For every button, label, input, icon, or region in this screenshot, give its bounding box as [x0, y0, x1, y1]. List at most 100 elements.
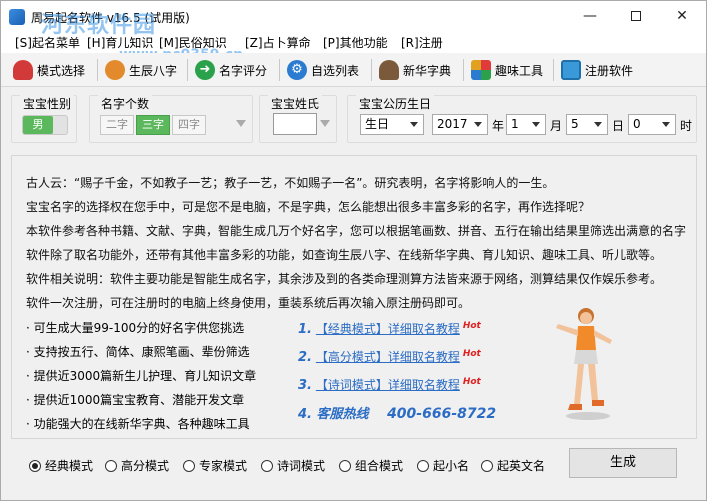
- hotline-phone: 400-666-8722: [387, 406, 497, 422]
- heart-icon: [13, 60, 33, 80]
- hot-badge: Hot: [462, 377, 481, 387]
- tutorial-num: 1.: [298, 322, 312, 337]
- surname-input[interactable]: [273, 113, 317, 135]
- baby-icon: [105, 60, 125, 80]
- generate-button[interactable]: 生成: [569, 448, 677, 478]
- mode-radio-poetry[interactable]: 诗词模式: [261, 457, 325, 474]
- register-button[interactable]: 注册软件: [557, 57, 637, 83]
- hot-badge: Hot: [462, 349, 481, 359]
- gender-group: 宝宝性别 男: [11, 95, 77, 143]
- mode-label: 高分模式: [121, 459, 170, 473]
- gender-value: 男: [23, 116, 53, 134]
- mode-select-label: 模式选择: [37, 63, 86, 78]
- intro-line: 宝宝名字的选择权在您手中，可是您不是电脑，不是字典，怎么能想出很多丰富多彩的名字…: [26, 200, 591, 214]
- mode-label: 诗词模式: [277, 459, 326, 473]
- maximize-icon: [631, 11, 641, 21]
- gender-title: 宝宝性别: [20, 95, 75, 112]
- maximize-button[interactable]: [613, 1, 659, 31]
- day-select[interactable]: 5: [566, 114, 608, 135]
- name-score-button[interactable]: ➜ 名字评分: [191, 57, 271, 83]
- birth-chart-button[interactable]: 生辰八字: [101, 57, 181, 83]
- tutorial-num: 3.: [298, 378, 312, 393]
- menu-parenting[interactable]: [H]育儿知识: [87, 34, 153, 51]
- intro-line: 软件除了取名功能外，还带有其他丰富多彩的功能，如查询生辰八字、在线新华字典、育儿…: [26, 248, 663, 262]
- gender-toggle[interactable]: 男: [22, 115, 68, 135]
- mode-radio-classic[interactable]: 经典模式: [29, 457, 93, 474]
- intro-line: 软件一次注册，可在注册时的电脑上终身使用，重装系统后再次输入原注册码即可。: [26, 296, 471, 310]
- mode-label: 组合模式: [355, 459, 404, 473]
- intro-line: 软件相关说明：软件主要功能是智能生成名字，其余涉及到的各类命理测算方法皆来源于网…: [26, 272, 663, 286]
- mode-radio-nickname[interactable]: 起小名: [417, 457, 469, 474]
- tutorial-text: 【高分模式】详细取名教程: [315, 350, 460, 364]
- toolbar-divider: [187, 59, 188, 81]
- options-area: 宝宝性别 男 名字个数 二字 三字 四字 宝宝姓氏 宝宝公历生日 生日 2017…: [1, 87, 706, 149]
- mode-radio-combo[interactable]: 组合模式: [339, 457, 403, 474]
- day-unit: 日: [612, 119, 625, 133]
- mode-select-button[interactable]: 模式选择: [9, 57, 89, 83]
- name-count-group: 名字个数 二字 三字 四字: [89, 95, 253, 143]
- intro-line: 本软件参考各种书籍、文献、字典，智能生成几万个好名字，您可以根据笔画数、拼音、五…: [26, 224, 687, 238]
- calendar-type-select[interactable]: 生日: [360, 114, 424, 135]
- intro-panel: 古人云：“赐子千金，不如教子一艺；教子一艺，不如赐子一名”。研究表明，名字将影响…: [11, 155, 697, 439]
- mode-radio-english[interactable]: 起英文名: [481, 457, 545, 474]
- tutorial-link-poetry[interactable]: 3. 【诗词模式】详细取名教程 Hot: [298, 376, 481, 393]
- count-option-four[interactable]: 四字: [172, 115, 206, 135]
- mode-radio-expert[interactable]: 专家模式: [183, 457, 247, 474]
- radio-dot[interactable]: [261, 459, 273, 472]
- chevron-down-icon[interactable]: [236, 120, 246, 127]
- count-option-two[interactable]: 二字: [100, 115, 134, 135]
- feature-item: · 支持按五行、简体、康熙笔画、辈份筛选: [26, 345, 250, 359]
- feature-item: · 提供近3000篇新生儿护理、育儿知识文章: [26, 369, 257, 383]
- radio-dot[interactable]: [417, 459, 429, 472]
- menu-register[interactable]: [R]注册: [401, 34, 443, 51]
- minimize-button[interactable]: —: [567, 1, 613, 31]
- name-count-title: 名字个数: [98, 95, 153, 112]
- count-option-three[interactable]: 三字: [136, 115, 170, 135]
- menu-folklore[interactable]: [M]民俗知识: [159, 34, 227, 51]
- dancing-girl-illustration: [556, 308, 612, 420]
- birth-chart-label: 生辰八字: [129, 63, 178, 78]
- year-select[interactable]: 2017: [432, 114, 488, 135]
- tutorial-text: 【经典模式】详细取名教程: [315, 322, 460, 336]
- dictionary-button[interactable]: 新华字典: [375, 57, 455, 83]
- name-score-label: 名字评分: [219, 63, 268, 78]
- mode-bar: 经典模式 高分模式 专家模式 诗词模式 组合模式 起小名 起英文名 生成: [1, 445, 706, 485]
- radio-dot[interactable]: [481, 459, 493, 472]
- surname-title: 宝宝姓氏: [268, 95, 323, 112]
- close-button[interactable]: ✕: [659, 1, 705, 31]
- fun-tools-button[interactable]: 趣味工具: [467, 57, 547, 83]
- toolbar-divider: [371, 59, 372, 81]
- intro-line: 古人云：“赐子千金，不如教子一艺；教子一艺，不如赐子一名”。研究表明，名字将影响…: [26, 176, 555, 190]
- custom-list-label: 自选列表: [311, 63, 360, 78]
- radio-dot[interactable]: [105, 459, 117, 472]
- tutorial-num: 2.: [298, 350, 312, 365]
- hotline-num: 4.: [298, 407, 312, 422]
- support-hotline: 4. 客服热线 400-666-8722: [298, 403, 496, 422]
- birthday-group: 宝宝公历生日 生日 2017 年 1 月 5 日 0 时: [347, 95, 697, 143]
- radio-dot[interactable]: [29, 459, 41, 472]
- mode-radio-high-score[interactable]: 高分模式: [105, 457, 169, 474]
- app-logo-icon: [9, 9, 25, 25]
- menu-naming[interactable]: [S]起名菜单: [15, 34, 80, 51]
- chevron-down-icon[interactable]: [320, 120, 330, 127]
- fun-tools-label: 趣味工具: [495, 63, 544, 78]
- feature-item: · 提供近1000篇宝宝教育、潜能开发文章: [26, 393, 245, 407]
- feature-item: · 功能强大的在线新华字典、各种趣味工具: [26, 417, 250, 431]
- tutorial-link-high-score[interactable]: 2. 【高分模式】详细取名教程 Hot: [298, 348, 481, 365]
- menu-fortune[interactable]: [Z]占卜算命: [245, 34, 311, 51]
- hour-select[interactable]: 0: [628, 114, 676, 135]
- month-unit: 月: [550, 119, 563, 133]
- month-select[interactable]: 1: [506, 114, 546, 135]
- custom-list-button[interactable]: ⚙ 自选列表: [283, 57, 363, 83]
- radio-dot[interactable]: [339, 459, 351, 472]
- app-window: 周易起名软件 v16.5 (试用版) — ✕ [S]起名菜单 [H]育儿知识 […: [0, 0, 707, 501]
- hot-badge: Hot: [462, 321, 481, 331]
- toolbar: 模式选择 生辰八字 ➜ 名字评分 ⚙ 自选列表 新华字典 趣味工具 注册软件: [1, 53, 706, 87]
- menu-other[interactable]: [P]其他功能: [323, 34, 388, 51]
- tutorial-link-classic[interactable]: 1. 【经典模式】详细取名教程 Hot: [298, 320, 481, 337]
- radio-dot[interactable]: [183, 459, 195, 472]
- year-unit: 年: [492, 119, 505, 133]
- toolbar-divider: [97, 59, 98, 81]
- surname-group: 宝宝姓氏: [259, 95, 337, 143]
- toolbar-divider: [463, 59, 464, 81]
